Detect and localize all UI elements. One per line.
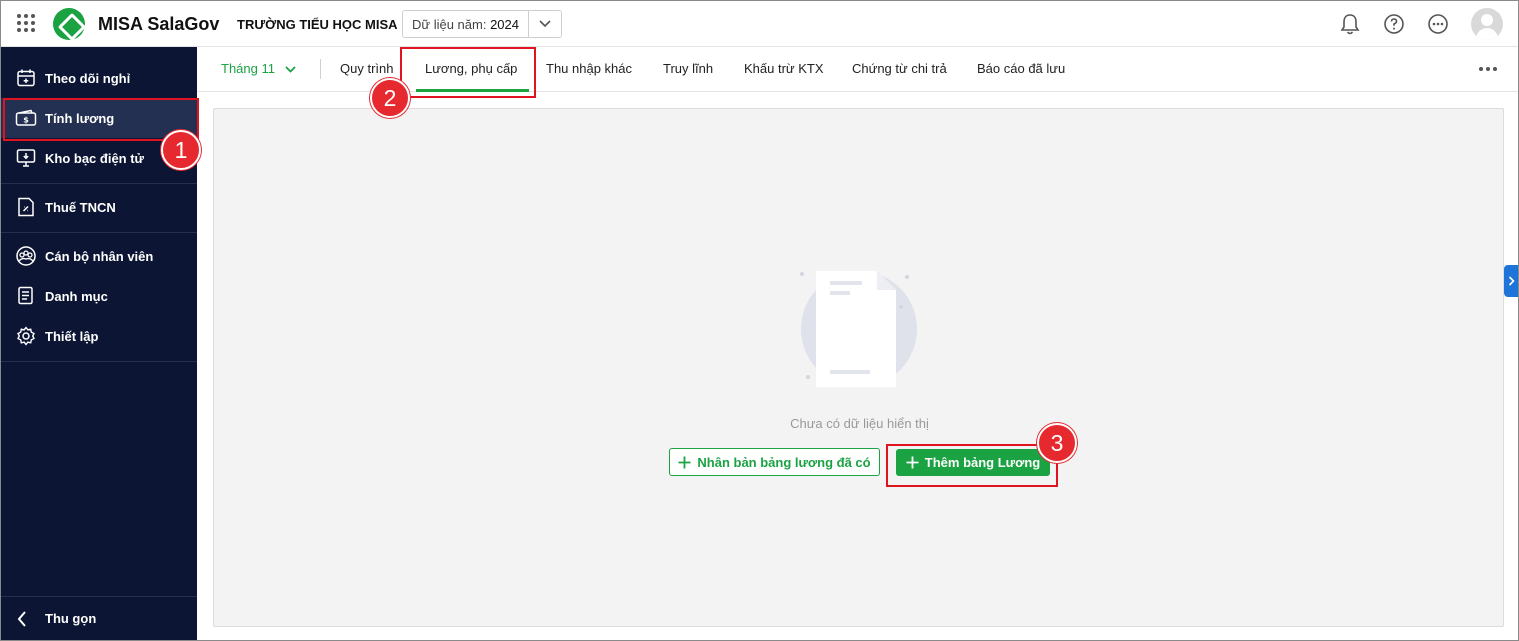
active-tab-indicator	[416, 89, 529, 92]
year-select[interactable]: Dữ liệu năm: 2024	[402, 10, 562, 38]
tab-chung-tu-chi-tra[interactable]: Chứng từ chi trả	[852, 61, 947, 76]
month-select[interactable]: Tháng 11	[221, 61, 296, 76]
add-payroll-button[interactable]: Thêm bảng Lương	[896, 449, 1050, 476]
collapse-label: Thu gọn	[45, 611, 97, 626]
sidebar-item-label: Cán bộ nhân viên	[45, 248, 154, 264]
tab-divider	[320, 59, 321, 79]
svg-text:$: $	[23, 116, 29, 125]
sidebar-item-label: Tính lương	[45, 110, 115, 126]
sidebar-divider	[1, 183, 197, 184]
school-name: TRƯỜNG TIỂU HỌC MISA	[237, 17, 398, 32]
avatar[interactable]	[1471, 8, 1503, 40]
staff-icon	[15, 245, 37, 267]
sidebar-item-can-bo-nhan-vien[interactable]: Cán bộ nhân viên	[1, 236, 197, 276]
expand-panel-button[interactable]	[1504, 265, 1518, 297]
help-icon[interactable]	[1382, 12, 1406, 36]
gear-icon	[15, 325, 37, 347]
step-badge-1: 1	[161, 130, 201, 170]
collapse-sidebar-button[interactable]: Thu gọn	[1, 596, 197, 640]
plus-icon	[678, 456, 691, 468]
bell-icon[interactable]	[1338, 12, 1362, 36]
chevron-right-icon	[1508, 276, 1515, 286]
tab-khau-tru-ktx[interactable]: Khấu trừ KTX	[744, 61, 824, 76]
tax-document-icon	[15, 196, 37, 218]
more-options-icon[interactable]	[1426, 12, 1450, 36]
tab-thu-nhap-khac[interactable]: Thu nhập khác	[546, 61, 632, 76]
sidebar-item-label: Theo dõi nghỉ	[45, 70, 131, 86]
clone-payroll-button[interactable]: Nhân bản bảng lương đã có	[669, 448, 880, 476]
top-bar: MISA SalaGov TRƯỜNG TIỂU HỌC MISA Dữ liệ…	[1, 1, 1518, 47]
empty-state-text: Chưa có dữ liệu hiển thị	[790, 416, 929, 431]
clone-button-label: Nhân bản bảng lương đã có	[697, 454, 871, 470]
add-button-label: Thêm bảng Lương	[924, 455, 1041, 470]
step-badge-2: 2	[370, 78, 410, 118]
year-value: 2024	[490, 16, 519, 32]
sidebar-item-thue-tncn[interactable]: Thuế TNCN	[1, 187, 197, 227]
sidebar-item-theo-doi-nghi[interactable]: Theo dõi nghỉ	[1, 58, 197, 98]
sidebar-item-tinh-luong[interactable]: $ Tính lương	[1, 98, 197, 138]
app-title: MISA SalaGov	[98, 14, 220, 34]
tab-luong-phu-cap[interactable]: Lương, phụ cấp	[425, 61, 517, 76]
salary-icon: $	[15, 107, 37, 129]
sidebar-item-label: Danh mục	[45, 288, 108, 304]
tab-quy-trinh[interactable]: Quy trình	[340, 61, 393, 76]
sidebar-item-thiet-lap[interactable]: Thiết lập	[1, 316, 197, 356]
misa-logo-icon	[53, 8, 85, 40]
calendar-icon	[15, 67, 37, 89]
sidebar-item-label: Kho bạc điện tử	[45, 150, 144, 166]
main-content: Chưa có dữ liệu hiển thị Nhân bản bảng l…	[213, 108, 1504, 627]
sidebar-item-label: Thiết lập	[45, 328, 99, 344]
month-label: Tháng 11	[221, 61, 275, 76]
sidebar-divider	[1, 232, 197, 233]
sidebar-item-label: Thuế TNCN	[45, 199, 116, 215]
empty-document-icon	[799, 269, 919, 399]
treasury-icon	[15, 147, 37, 169]
step-badge-3: 3	[1037, 423, 1077, 463]
year-select-label: Dữ liệu năm: 2024	[412, 16, 519, 32]
sidebar-divider	[1, 361, 197, 362]
catalog-icon	[15, 285, 37, 307]
tab-truy-linh[interactable]: Truy lĩnh	[663, 61, 713, 76]
plus-icon	[906, 456, 919, 469]
app-grid-icon[interactable]	[17, 14, 35, 32]
chevron-left-icon	[17, 610, 31, 627]
more-tabs-icon[interactable]	[1479, 67, 1497, 71]
chevron-down-icon	[285, 61, 296, 76]
chevron-down-icon[interactable]	[528, 11, 561, 37]
sidebar-item-danh-muc[interactable]: Danh mục	[1, 276, 197, 316]
tab-bao-cao-da-luu[interactable]: Báo cáo đã lưu	[977, 61, 1065, 76]
